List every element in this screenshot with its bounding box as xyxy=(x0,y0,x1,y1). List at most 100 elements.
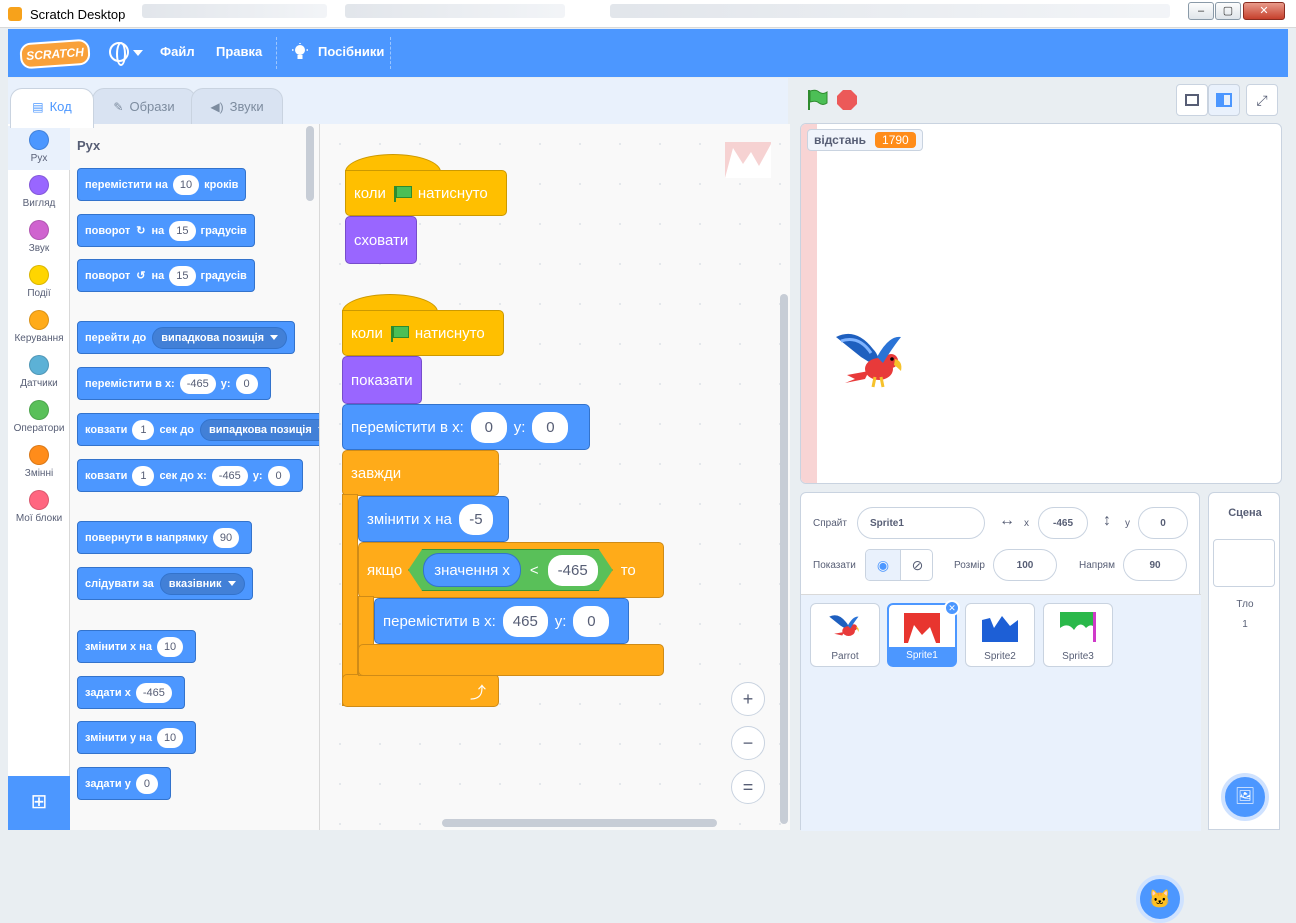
stage-selector[interactable]: Сцена Тло 1 🖼 xyxy=(1208,492,1280,830)
workspace-horizontal-scrollbar[interactable] xyxy=(442,819,717,827)
palette-change-y-block[interactable]: змінити у на 10 xyxy=(77,721,197,754)
palette-turn-right-block[interactable]: поворот ↻ на 15 градусів xyxy=(77,214,255,247)
close-button[interactable]: ✕ xyxy=(1243,2,1285,20)
palette-move-steps-block[interactable]: перемістити на 10 кроків xyxy=(77,168,247,201)
block-input[interactable]: 10 xyxy=(172,174,200,195)
edit-menu[interactable]: Правка xyxy=(216,44,262,59)
hide-eye-icon[interactable]: ⊘ xyxy=(900,550,932,580)
block-input[interactable]: 90 xyxy=(212,527,240,548)
block-input[interactable]: 465 xyxy=(502,605,548,637)
block-input[interactable]: 0 xyxy=(135,773,158,794)
block-input[interactable]: -465 xyxy=(211,465,248,486)
when-flag-clicked-block[interactable]: коли натиснуто xyxy=(345,170,507,216)
block-input[interactable]: 1 xyxy=(132,465,155,486)
show-eye-icon[interactable]: ◉ xyxy=(866,550,900,580)
palette-goto-block[interactable]: перейти до випадкова позиція xyxy=(77,321,296,354)
forever-block[interactable]: завжди xyxy=(342,450,499,496)
y-position-field[interactable]: 0 xyxy=(1138,507,1188,539)
category-my-blocks[interactable]: Мої блоки xyxy=(8,486,70,530)
category-motion[interactable]: Рух xyxy=(8,126,70,170)
palette-set-y-block[interactable]: задати у 0 xyxy=(77,767,171,800)
goto-xy-block[interactable]: перемістити в x: 0 у: 0 xyxy=(342,404,590,450)
show-block[interactable]: показати xyxy=(342,356,422,404)
palette-set-x-block[interactable]: задати х -465 xyxy=(77,676,185,709)
chevron-down-icon[interactable] xyxy=(133,50,143,56)
tutorials-menu[interactable]: Посібники xyxy=(318,44,384,59)
category-control[interactable]: Керування xyxy=(8,306,70,350)
block-input[interactable]: 10 xyxy=(156,727,184,748)
zoom-in-button[interactable]: + xyxy=(731,682,765,716)
category-sound[interactable]: Звук xyxy=(8,216,70,260)
green-flag-icon[interactable] xyxy=(806,89,828,111)
block-input[interactable]: 0 xyxy=(573,605,610,637)
goto-xy-block[interactable]: перемістити в x: 465 у: 0 xyxy=(374,598,629,644)
minimize-button[interactable]: ‒ xyxy=(1188,2,1214,20)
palette-point-direction-block[interactable]: повернути в напрямку 90 xyxy=(77,521,253,554)
block-input[interactable]: 0 xyxy=(470,411,507,443)
block-input[interactable]: 10 xyxy=(156,636,184,657)
block-input[interactable]: 0 xyxy=(267,465,290,486)
palette-glide-xy-block[interactable]: ковзати 1 сек до x: -465 y: 0 xyxy=(77,459,303,492)
when-flag-clicked-block[interactable]: коли натиснуто xyxy=(342,310,504,356)
palette-scrollbar[interactable] xyxy=(306,126,314,201)
code-workspace[interactable]: коли натиснуто сховати коли натиснуто пока… xyxy=(320,124,790,830)
block-dropdown[interactable]: випадкова позиція xyxy=(199,418,319,441)
block-dropdown[interactable]: випадкова позиція xyxy=(152,326,288,349)
lightbulb-icon[interactable] xyxy=(292,43,308,63)
size-field[interactable]: 100 xyxy=(993,549,1057,581)
zoom-out-button[interactable]: − xyxy=(731,726,765,760)
small-stage-button[interactable] xyxy=(1176,84,1208,116)
sprite-name-field[interactable]: Sprite1 xyxy=(857,507,985,539)
block-dropdown[interactable]: вказівник xyxy=(159,572,245,595)
file-menu[interactable]: Файл xyxy=(160,44,195,59)
block-input[interactable]: 15 xyxy=(169,220,196,241)
category-variables[interactable]: Змінні xyxy=(8,441,70,485)
block-input[interactable]: -465 xyxy=(135,682,172,703)
add-sprite-button[interactable]: 🐱 xyxy=(1136,875,1184,923)
if-then-block[interactable]: якщо значення х < -465 то xyxy=(358,542,664,598)
palette-goto-xy-block[interactable]: перемістити в x: -465 y: 0 xyxy=(77,367,271,400)
variable-monitor[interactable]: відстань 1790 xyxy=(807,129,923,151)
sprite-tile-sprite1[interactable]: ✕ Sprite1 xyxy=(887,600,960,667)
category-operators[interactable]: Оператори xyxy=(8,396,70,440)
less-than-operator[interactable]: значення х < -465 xyxy=(408,549,613,591)
delete-sprite-icon[interactable]: ✕ xyxy=(944,600,960,616)
sprite-tile-parrot[interactable]: Parrot xyxy=(810,603,880,667)
fullscreen-button[interactable]: ⤢ xyxy=(1246,84,1278,116)
change-x-block[interactable]: змінити х на -5 xyxy=(358,496,509,542)
block-input[interactable]: -465 xyxy=(548,555,598,586)
maximize-button[interactable]: ▢ xyxy=(1215,2,1241,20)
stage-canvas[interactable]: відстань 1790 xyxy=(800,123,1282,484)
workspace-vertical-scrollbar[interactable] xyxy=(780,294,788,824)
palette-glide-block[interactable]: ковзати 1 сек до випадкова позиція xyxy=(77,413,319,446)
zoom-reset-button[interactable]: = xyxy=(731,770,765,804)
block-input[interactable]: 15 xyxy=(169,265,196,286)
normal-stage-button[interactable] xyxy=(1208,84,1240,116)
category-events[interactable]: Події xyxy=(8,261,70,305)
category-looks[interactable]: Вигляд xyxy=(8,171,70,215)
add-extension-button[interactable]: ⊞ xyxy=(8,776,70,830)
add-backdrop-button[interactable]: 🖼 xyxy=(1221,773,1269,821)
block-input[interactable]: 0 xyxy=(532,411,569,443)
sprite-tile-sprite3[interactable]: Sprite3 xyxy=(1043,603,1113,667)
direction-field[interactable]: 90 xyxy=(1123,549,1187,581)
block-input[interactable]: -465 xyxy=(179,373,216,394)
palette-point-towards-block[interactable]: слідувати за вказівник xyxy=(77,567,253,600)
block-input[interactable]: 1 xyxy=(132,419,155,440)
tab-costumes[interactable]: ✎ Образи xyxy=(92,88,196,126)
stop-icon[interactable] xyxy=(837,90,857,110)
parrot-sprite[interactable] xyxy=(831,327,911,393)
x-position-field[interactable]: -465 xyxy=(1038,507,1088,539)
x-position-reporter[interactable]: значення х xyxy=(423,553,521,587)
language-globe-icon[interactable] xyxy=(109,42,129,66)
palette-turn-left-block[interactable]: поворот ↺ на 15 градусів xyxy=(77,259,255,292)
block-input[interactable]: 0 xyxy=(235,373,258,394)
palette-change-x-block[interactable]: змінити х на 10 xyxy=(77,630,197,663)
tab-code[interactable]: ▤ Код xyxy=(10,88,94,128)
hide-block[interactable]: сховати xyxy=(345,216,417,264)
category-sensing[interactable]: Датчики xyxy=(8,351,70,395)
scratch-logo[interactable]: SCRATCH xyxy=(19,38,91,70)
tab-sounds[interactable]: ◀) Звуки xyxy=(191,88,283,126)
block-input[interactable]: -5 xyxy=(458,503,493,535)
sprite-tile-sprite2[interactable]: Sprite2 xyxy=(965,603,1035,667)
